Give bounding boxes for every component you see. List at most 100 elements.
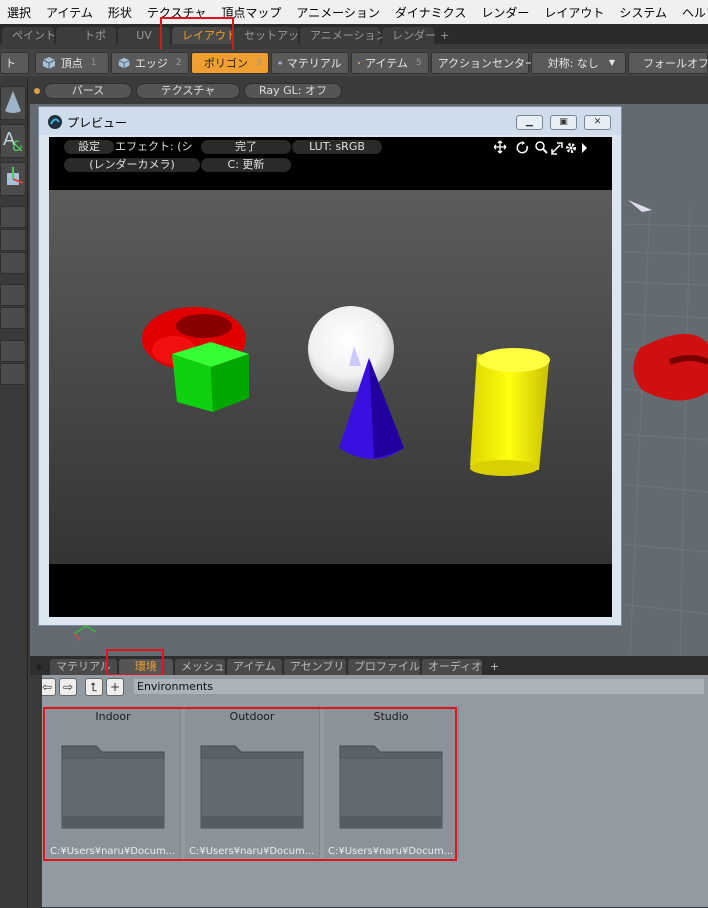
menu-render[interactable]: レンダー bbox=[474, 4, 537, 21]
tab-animation[interactable]: アニメーション bbox=[300, 27, 387, 44]
symmetry-dropdown[interactable]: 対称: なし ▼ bbox=[530, 51, 626, 74]
minimize-button[interactable]: ▁ bbox=[516, 115, 543, 130]
path-field[interactable]: Environments bbox=[134, 679, 704, 694]
mode-item[interactable]: アイテム 5 bbox=[350, 51, 429, 74]
strip-button-5[interactable] bbox=[0, 307, 26, 329]
browser-toolbar: ⇦ ⇨ ⮤ + bbox=[38, 678, 124, 696]
action-center-dropdown[interactable]: アクションセンター ▼ bbox=[430, 51, 544, 74]
arrow-up-icon: ⮤ bbox=[90, 680, 98, 694]
preview-app-icon bbox=[48, 115, 62, 129]
strip-button-2[interactable] bbox=[0, 229, 26, 251]
preview-title: プレビュー bbox=[67, 116, 128, 130]
mode-polygon[interactable]: ポリゴン 3 bbox=[190, 51, 269, 74]
add-tab-button[interactable]: + bbox=[484, 659, 505, 675]
raygl-button[interactable]: Ray GL: オフ bbox=[244, 83, 342, 99]
text-tool-icon: A& bbox=[3, 129, 23, 155]
maximize-button[interactable]: ▣ bbox=[550, 115, 577, 130]
up-button[interactable]: ⮤ bbox=[85, 678, 103, 696]
viewport-sub-toolbar: パース テクスチャ Ray GL: オフ bbox=[34, 83, 342, 101]
symmetry-label: 対称: なし bbox=[547, 56, 599, 70]
mode-edge-label: エッジ bbox=[134, 56, 168, 70]
highlight-folders bbox=[43, 707, 457, 861]
tab-audio[interactable]: オーディオ bbox=[421, 659, 482, 675]
add-button[interactable]: + bbox=[106, 678, 124, 696]
preview-effect-dropdown[interactable]: エフェクト: (シェ... bbox=[115, 140, 201, 167]
add-tab-button[interactable]: + bbox=[436, 27, 453, 44]
falloff-dropdown[interactable]: フォールオフ bbox=[628, 51, 708, 74]
menu-bar: 選択 アイテム 形状 テクスチャ 頂点マップ アニメーション ダイナミクス レン… bbox=[0, 0, 708, 24]
menu-dynamics[interactable]: ダイナミクス bbox=[388, 4, 474, 21]
strip-button-4[interactable] bbox=[0, 284, 26, 306]
preview-camera-dropdown[interactable]: (レンダーカメラ) bbox=[64, 158, 200, 172]
preview-lut-dropdown[interactable]: LUT: sRGB bbox=[292, 140, 382, 154]
green-cube bbox=[172, 342, 249, 412]
svg-text:&: & bbox=[12, 139, 23, 155]
mode-polygon-num: 3 bbox=[255, 57, 262, 68]
tab-mesh[interactable]: メッシュ bbox=[174, 659, 225, 675]
strip-button-6[interactable] bbox=[0, 340, 26, 362]
transform-tool-button[interactable] bbox=[0, 162, 26, 196]
preview-settings-button[interactable]: 設定 bbox=[64, 140, 114, 154]
rendered-scene bbox=[49, 190, 612, 564]
close-icon: ✕ bbox=[593, 117, 602, 127]
preview-titlebar[interactable]: プレビュー ▁ ▣ ✕ bbox=[39, 107, 621, 135]
menu-system[interactable]: システム bbox=[612, 4, 675, 21]
polygon-cube-icon bbox=[197, 61, 199, 64]
play-icon[interactable] bbox=[582, 143, 587, 153]
mode-vertex[interactable]: 頂点 1 bbox=[34, 51, 109, 74]
bullet-icon bbox=[34, 88, 40, 94]
tab-render[interactable]: レンダー bbox=[382, 27, 436, 44]
menu-select[interactable]: 選択 bbox=[0, 4, 39, 21]
layout-tab-row: ペイント トポ UV レイアウト セットアップ アニメーション レンダー + bbox=[0, 24, 708, 44]
menu-animation[interactable]: アニメーション bbox=[289, 4, 388, 21]
menu-layout[interactable]: レイアウト bbox=[537, 4, 612, 21]
white-sphere bbox=[308, 306, 394, 392]
mode-item-label: アイテム bbox=[364, 56, 408, 70]
yellow-cylinder bbox=[470, 348, 550, 476]
edge-cube-icon bbox=[118, 57, 130, 68]
rotate-icon[interactable] bbox=[516, 141, 529, 154]
forward-button[interactable]: ⇨ bbox=[59, 678, 77, 696]
minimize-icon: ▁ bbox=[526, 117, 533, 127]
gear-icon[interactable] bbox=[566, 143, 576, 153]
left-edge-handle[interactable] bbox=[30, 675, 42, 907]
action-center-label: アクションセンター bbox=[437, 56, 537, 70]
tab-setup[interactable]: セットアップ bbox=[234, 27, 310, 44]
fit-icon[interactable] bbox=[551, 142, 563, 155]
mode-vertex-label: 頂点 bbox=[60, 56, 83, 70]
tab-profile[interactable]: プロファイル bbox=[347, 659, 420, 675]
arrow-left-icon: ⇦ bbox=[41, 680, 53, 694]
text-tool-button[interactable]: A & bbox=[0, 124, 26, 158]
mode-vertex-num: 1 bbox=[90, 57, 97, 68]
mode-toolbar: ト 頂点 1 エッジ 2 ポリゴン 3 マテリアル アイテム 5 アクションセンター ▼… bbox=[0, 49, 708, 76]
tab-topo[interactable]: トポ bbox=[56, 27, 116, 44]
cone-tool-button[interactable] bbox=[0, 86, 26, 120]
menu-item[interactable]: アイテム bbox=[39, 4, 101, 21]
mode-item-num: 5 bbox=[415, 57, 422, 68]
perspective-button[interactable]: パース bbox=[44, 83, 132, 99]
arrow-right-icon: ⇨ bbox=[62, 680, 74, 694]
item-cube-icon bbox=[357, 61, 360, 64]
mode-edge[interactable]: エッジ 2 bbox=[110, 51, 189, 74]
close-button[interactable]: ✕ bbox=[584, 115, 611, 130]
strip-button-1[interactable] bbox=[0, 206, 26, 228]
tab-assembly[interactable]: アセンブリ bbox=[283, 659, 346, 675]
strip-button-3[interactable] bbox=[0, 252, 26, 274]
menu-help[interactable]: ヘルプ bbox=[675, 4, 708, 21]
preview-done-button[interactable]: 完了 bbox=[201, 140, 291, 154]
preview-nav-icons bbox=[494, 140, 587, 155]
texture-button[interactable]: テクスチャ bbox=[136, 83, 240, 99]
tab-paint[interactable]: ペイント bbox=[2, 27, 56, 44]
zoom-icon[interactable] bbox=[535, 141, 548, 154]
strip-button-7[interactable] bbox=[0, 363, 26, 385]
highlight-environment-tab bbox=[106, 649, 164, 676]
menu-shape[interactable]: 形状 bbox=[101, 4, 140, 21]
pan-icon[interactable] bbox=[494, 140, 507, 154]
transform-icon bbox=[7, 167, 24, 185]
preview-update-button[interactable]: C: 更新 bbox=[201, 158, 291, 172]
bullet-icon bbox=[36, 664, 42, 670]
tab-item[interactable]: アイテム bbox=[226, 659, 282, 675]
left-tool-strip: A & bbox=[0, 78, 28, 908]
mode-material[interactable]: マテリアル bbox=[270, 51, 349, 74]
left-cut-button[interactable]: ト bbox=[0, 51, 29, 74]
